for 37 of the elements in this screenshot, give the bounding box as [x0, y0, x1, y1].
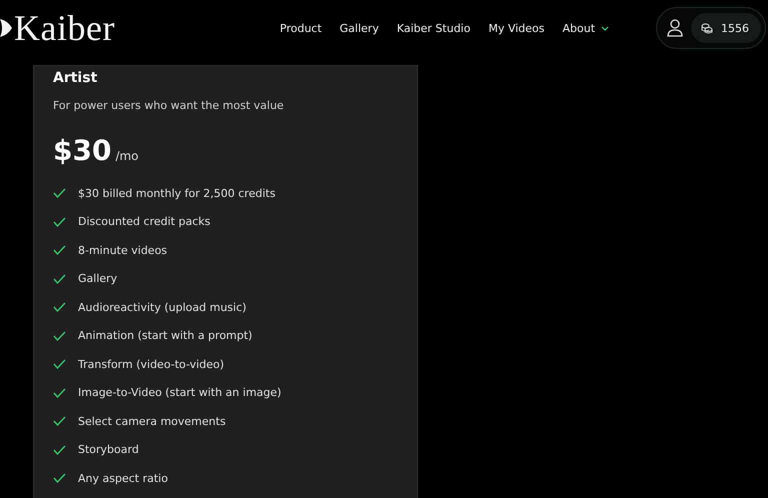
feature-text: Transform (video-to-video): [78, 358, 224, 371]
check-icon: [53, 188, 66, 198]
feature-text: $30 billed monthly for 2,500 credits: [78, 186, 276, 200]
chevron-down-icon: [601, 26, 610, 30]
nav-link[interactable]: Kaiber Studio: [390, 18, 478, 38]
plan-name: Artist: [53, 70, 98, 86]
coins-icon: [701, 22, 713, 34]
feature-text: Select camera movements: [78, 414, 226, 428]
check-icon: [53, 444, 66, 455]
feature-text: Animation (start with a prompt): [78, 329, 252, 342]
nav-link[interactable]: Product: [272, 18, 329, 38]
price-period: /mo: [115, 149, 139, 163]
feature-text: Audioreactivity (upload music): [78, 300, 246, 314]
check-icon: [53, 388, 66, 398]
check-icon: [53, 359, 66, 370]
check-icon: [53, 416, 66, 426]
logo-wordmark[interactable]: Kaiber: [14, 10, 115, 46]
credits-button[interactable]: 1556: [691, 13, 761, 43]
feature-text: 8-minute videos: [78, 244, 168, 257]
nav-link[interactable]: My Videos: [481, 18, 552, 38]
check-icon: [53, 330, 66, 341]
check-icon: [53, 274, 66, 284]
user-icon[interactable]: [667, 19, 683, 37]
logo-icon: [0, 17, 12, 39]
check-icon: [53, 245, 66, 256]
feature-text: Discounted credit packs: [78, 215, 210, 228]
feature-text: Any aspect ratio: [78, 472, 168, 485]
feature-text: Gallery: [78, 272, 118, 286]
check-icon: [53, 302, 66, 312]
check-icon: [53, 216, 66, 227]
feature-text: Image-to-Video (start with an image): [78, 386, 282, 400]
nav-link[interactable]: About: [556, 18, 616, 38]
feature-text: Storyboard: [78, 443, 139, 456]
plan-price: $30: [53, 134, 112, 167]
check-icon: [53, 473, 66, 484]
plan-description: For power users who want the most value: [53, 99, 285, 112]
nav-link[interactable]: Gallery: [332, 18, 386, 38]
